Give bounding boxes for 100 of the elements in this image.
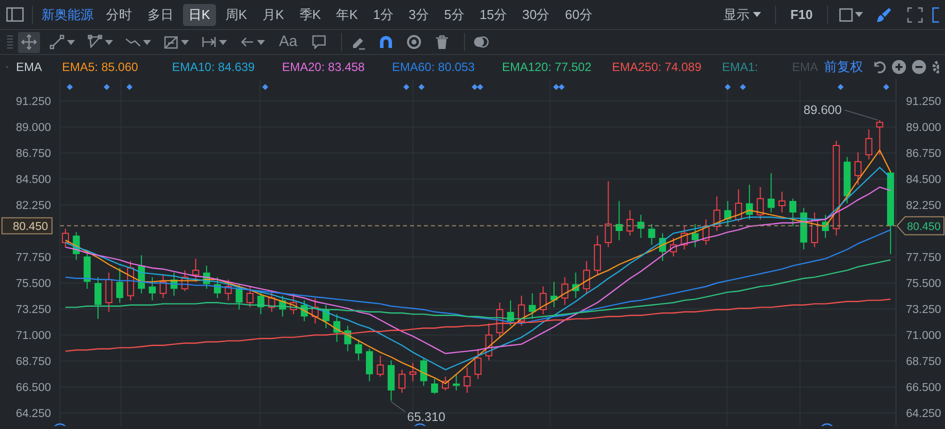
candlestick [702,218,710,246]
move-tool[interactable] [18,32,40,52]
text-tool[interactable]: Aa [274,32,302,52]
price-axis-label: 64.250 [16,408,51,420]
candlestick [844,156,851,204]
fullscreen-icon[interactable] [906,6,923,22]
event-marker[interactable] [262,84,268,90]
candlestick [300,300,308,322]
price-axis-label: 91.250 [16,96,51,108]
eye-icon [406,34,422,50]
event-marker[interactable] [558,84,565,90]
period-tab[interactable]: 1分 [367,4,400,26]
event-marker[interactable] [724,84,731,90]
event-marker[interactable] [838,84,844,90]
event-marker[interactable] [126,84,132,90]
measure-icon [201,34,217,50]
zoom-in-icon[interactable] [891,59,907,75]
candlestick [431,378,438,394]
candlestick [659,232,666,262]
extreme-price-label: 89.600 [803,103,842,118]
price-axis-label: 75.500 [906,278,942,290]
stock-name: 新奥能源 [42,6,94,24]
grip-icon[interactable] [6,34,14,50]
event-marker[interactable] [472,84,478,90]
period-tab[interactable]: 3分 [402,4,435,26]
event-marker[interactable] [418,84,424,90]
line-segment-icon [49,34,65,50]
event-icon[interactable] [412,423,428,426]
candlestick [724,200,732,227]
candlestick [214,276,221,299]
candlestick [355,339,362,361]
settings-icon[interactable] [931,59,939,75]
leader-line [390,401,406,412]
price-axis-label: 66.500 [16,382,51,394]
period-tab[interactable]: 周K [219,4,254,26]
period-tab[interactable]: 60分 [559,4,598,26]
event-marker[interactable] [104,84,110,90]
undo-icon[interactable] [871,59,887,75]
f10-button[interactable]: F10 [784,4,819,26]
price-axis-label: 73.250 [16,304,51,316]
candlestick [800,207,808,250]
legend-value: EMA1: [722,59,760,76]
candlestick [616,200,623,241]
candlestick [138,254,145,294]
event-marker[interactable] [403,84,410,90]
candlestick [572,272,580,299]
event-marker[interactable] [477,84,484,90]
period-tab[interactable]: 日K [182,4,216,26]
event-marker[interactable] [883,84,890,90]
leader-line [844,110,878,121]
price-axis-label: 82.250 [906,200,942,212]
event-marker[interactable] [740,84,746,90]
trash-icon [434,34,450,50]
candlestick [160,274,167,299]
event-marker[interactable] [66,84,73,90]
candlestick [366,348,373,382]
candlestick [822,214,829,238]
candlestick [344,325,352,352]
square-icon [839,8,854,22]
candlestick [224,279,232,301]
candlestick [148,276,156,301]
zoom-out-icon[interactable] [911,59,927,75]
candlestick [507,300,514,326]
legend-value: EMA10: 84.639 [172,59,256,76]
polygon-icon [87,34,103,50]
price-axis-label: 77.750 [906,252,942,264]
period-tab[interactable]: 多日 [141,4,180,26]
price-axis-label: 71.000 [906,330,942,342]
price-axis-label: 73.250 [906,304,942,316]
event-icon[interactable] [52,423,68,426]
period-tab[interactable]: 5分 [438,4,470,26]
period-tab[interactable]: 月K [256,4,290,26]
price-axis-label: 64.250 [906,408,942,420]
extreme-price-label: 65.310 [407,410,446,424]
period-tab[interactable]: 年K [330,4,364,26]
period-tab[interactable]: 分时 [100,4,138,26]
period-tab[interactable]: 15分 [474,4,514,26]
candlestick [768,172,775,213]
sidebar-toggle-icon[interactable] [6,7,24,22]
legend-value: EMA250: 74.089 [612,59,702,76]
price-axis-label: 89.000 [16,122,51,134]
adjust-mode[interactable]: 前复权 [824,57,863,77]
brush-icon[interactable] [876,6,892,22]
candlestick [789,198,796,227]
event-icon[interactable] [819,423,835,426]
comment-icon [311,34,328,50]
candlestick [116,267,124,304]
candlestick [692,224,699,248]
event-marker[interactable] [553,84,560,90]
overlap-icon [473,34,490,50]
period-tab[interactable]: 季K [293,4,327,26]
candlestick [84,251,91,290]
candlestick [680,226,688,250]
period-tab[interactable]: 30分 [516,4,556,26]
legend-value: EMA120: 77.502 [502,59,592,76]
candlestick [528,292,536,320]
candlestick [236,284,243,310]
candlestick [388,360,395,402]
display-menu[interactable]: 显示 [718,4,767,26]
price-axis-label: 77.750 [16,252,51,264]
